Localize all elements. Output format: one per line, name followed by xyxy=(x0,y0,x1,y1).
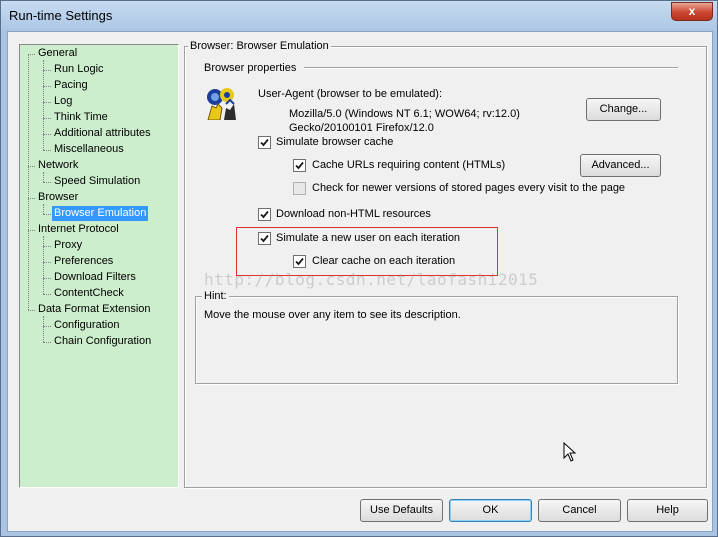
user-agent-icon xyxy=(204,86,238,120)
tree-connector xyxy=(28,166,35,167)
check-newer-label: Check for newer versions of stored pages… xyxy=(312,182,626,194)
cancel-button[interactable]: Cancel xyxy=(538,499,621,522)
mouse-cursor-icon xyxy=(563,442,577,462)
section-divider xyxy=(304,67,678,69)
tree-connector xyxy=(43,118,51,119)
user-agent-value-line2: Gecko/20100101 Firefox/12.0 xyxy=(289,122,434,134)
simulate-cache-label: Simulate browser cache xyxy=(276,136,394,148)
new-user-checkbox[interactable] xyxy=(258,232,271,245)
user-agent-value-line1: Mozilla/5.0 (Windows NT 6.1; WOW64; rv:1… xyxy=(289,108,520,120)
settings-tree[interactable]: General Run Logic Pacing Log Think Time Addit… xyxy=(19,44,179,488)
advanced-button[interactable]: Advanced... xyxy=(580,154,661,177)
help-button[interactable]: Help xyxy=(627,499,708,522)
tree-connector xyxy=(43,102,51,103)
dialog-client-area: General Run Logic Pacing Log Think Time Addit… xyxy=(7,31,713,532)
tree-trunk xyxy=(28,54,29,310)
tree-connector xyxy=(43,262,51,263)
tree-branch xyxy=(43,204,44,214)
checkmark-icon xyxy=(260,234,269,243)
new-user-label: Simulate a new user on each iteration xyxy=(276,232,461,244)
tree-connector xyxy=(43,150,51,151)
clear-cache-label: Clear cache on each iteration xyxy=(312,255,456,267)
tree-connector xyxy=(43,294,51,295)
checkmark-icon xyxy=(295,161,304,170)
tree-item-configuration[interactable]: Configuration xyxy=(52,318,121,333)
tree-item-browser-emulation[interactable]: Browser Emulation xyxy=(52,206,149,221)
checkmark-icon xyxy=(260,210,269,219)
watermark: http://blog.csdn.net/laofashi2015 xyxy=(204,270,539,289)
tree-item-contentcheck[interactable]: ContentCheck xyxy=(52,286,126,301)
tree-branch xyxy=(43,236,44,294)
tree-item-browser[interactable]: Browser xyxy=(36,190,80,205)
tree-branch xyxy=(43,172,44,182)
clear-cache-checkbox[interactable] xyxy=(293,255,306,268)
tree-item-internet-protocol[interactable]: Internet Protocol xyxy=(36,222,121,237)
tree-connector xyxy=(28,310,35,311)
tree-item-miscellaneous[interactable]: Miscellaneous xyxy=(52,142,126,157)
tree-branch xyxy=(43,60,44,150)
tree-item-pacing[interactable]: Pacing xyxy=(52,78,90,93)
tree-item-additional-attributes[interactable]: Additional attributes xyxy=(52,126,153,141)
tree-connector xyxy=(43,70,51,71)
group-title: Browser: Browser Emulation xyxy=(188,40,331,53)
tree-item-think-time[interactable]: Think Time xyxy=(52,110,110,125)
tree-item-run-logic[interactable]: Run Logic xyxy=(52,62,106,77)
hint-title: Hint: xyxy=(202,290,229,303)
tree-item-download-filters[interactable]: Download Filters xyxy=(52,270,138,285)
tree-connector xyxy=(43,134,51,135)
tree-item-general[interactable]: General xyxy=(36,46,79,61)
tree-connector xyxy=(43,246,51,247)
tree-item-network[interactable]: Network xyxy=(36,158,80,173)
change-button[interactable]: Change... xyxy=(586,98,661,121)
tree-item-preferences[interactable]: Preferences xyxy=(52,254,115,269)
tree-connector xyxy=(28,230,35,231)
download-non-html-label: Download non-HTML resources xyxy=(276,208,431,220)
tree-connector xyxy=(28,198,35,199)
run-time-settings-window: Run-time Settings x General Run Logic Paci… xyxy=(0,0,718,537)
cache-urls-label: Cache URLs requiring content (HTMLs) xyxy=(312,159,506,171)
cache-urls-checkbox[interactable] xyxy=(293,159,306,172)
tree-connector xyxy=(43,278,51,279)
tree-item-chain-configuration[interactable]: Chain Configuration xyxy=(52,334,153,349)
tree-item-proxy[interactable]: Proxy xyxy=(52,238,84,253)
title-bar[interactable]: Run-time Settings x xyxy=(1,1,717,31)
tree-connector xyxy=(43,326,51,327)
hint-text: Move the mouse over any item to see its … xyxy=(204,309,461,321)
tree-connector xyxy=(43,182,51,183)
tree-connector xyxy=(28,54,35,55)
ok-button[interactable]: OK xyxy=(449,499,532,522)
window-title: Run-time Settings xyxy=(9,8,113,23)
tree-item-log[interactable]: Log xyxy=(52,94,74,109)
check-newer-checkbox[interactable] xyxy=(293,182,306,195)
checkmark-icon xyxy=(295,257,304,266)
checkmark-icon xyxy=(260,138,269,147)
use-defaults-button[interactable]: Use Defaults xyxy=(360,499,443,522)
simulate-cache-checkbox[interactable] xyxy=(258,136,271,149)
tree-connector xyxy=(43,86,51,87)
tree-branch xyxy=(43,316,44,342)
tree-connector xyxy=(43,214,51,215)
tree-connector xyxy=(43,342,51,343)
tree-item-speed-simulation[interactable]: Speed Simulation xyxy=(52,174,142,189)
section-title: Browser properties xyxy=(204,62,297,74)
tree-item-data-format-extension[interactable]: Data Format Extension xyxy=(36,302,153,317)
close-button[interactable]: x xyxy=(671,2,713,21)
download-non-html-checkbox[interactable] xyxy=(258,208,271,221)
user-agent-label: User-Agent (browser to be emulated): xyxy=(258,88,443,100)
